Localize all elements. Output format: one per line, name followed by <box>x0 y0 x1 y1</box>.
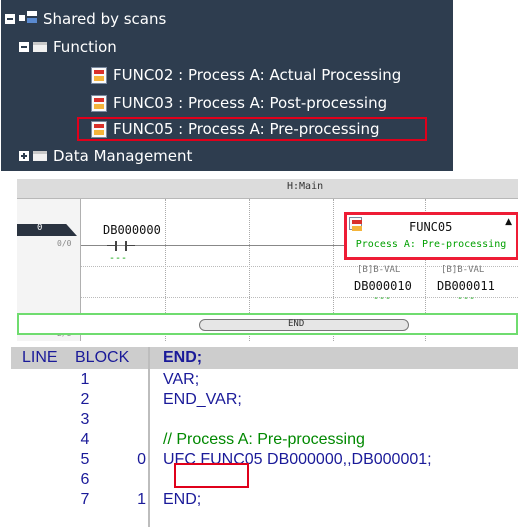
line-number: 6 <box>80 471 90 488</box>
tree-folder-label: Data Management <box>53 147 193 165</box>
code-line[interactable]: END_VAR; <box>163 391 242 409</box>
code-line[interactable]: END; <box>163 491 201 509</box>
project-tree: Shared by scans Function FUNC02 : Proces… <box>1 0 453 171</box>
collapse-icon[interactable] <box>5 14 15 24</box>
collapse-arrow-icon[interactable]: ▲ <box>505 217 512 227</box>
code-line-0[interactable]: END; <box>163 349 202 367</box>
scan-icon <box>19 11 37 27</box>
end-rung[interactable]: END <box>17 313 518 335</box>
tree-item-function[interactable]: Function <box>19 36 117 58</box>
block-number: 0 <box>137 451 146 468</box>
function-icon <box>349 217 362 231</box>
expand-icon[interactable] <box>19 151 29 161</box>
tree-item-label: FUNC02 : Process A: Actual Processing <box>113 66 402 84</box>
block-column-header: BLOCK <box>75 349 130 366</box>
param-comment: --- <box>373 293 392 304</box>
ladder-editor: H:Main 0 0/0 1 2/8 DB000000 --- FUNC05 ▲… <box>17 179 518 341</box>
grid-line <box>81 297 518 298</box>
tree-item-func03[interactable]: FUNC03 : Process A: Post-processing <box>91 92 387 114</box>
contact-comment: --- <box>109 253 128 264</box>
param-comment: --- <box>457 293 476 304</box>
function-icon <box>91 94 107 112</box>
line-column-header: LINE <box>22 349 58 366</box>
collapse-icon[interactable] <box>19 42 29 52</box>
param-device[interactable]: DB000010 <box>354 279 412 293</box>
line-number: 4 <box>80 431 90 448</box>
tree-item-label: FUNC03 : Process A: Post-processing <box>113 94 388 112</box>
code-comment-line[interactable]: // Process A: Pre-processing <box>163 431 365 449</box>
block-number: 1 <box>137 491 146 508</box>
line-number: 2 <box>80 391 90 408</box>
tree-item-data-management[interactable]: Data Management <box>19 145 192 167</box>
line-number: 3 <box>80 411 90 428</box>
end-instruction[interactable]: END <box>199 319 409 331</box>
tree-root-label: Shared by scans <box>43 10 167 28</box>
contact-device[interactable]: DB000000 <box>103 223 161 237</box>
folder-icon <box>33 42 47 52</box>
ladder-header: H:Main <box>17 179 518 199</box>
highlight-box-tree <box>77 117 427 141</box>
tree-item-shared-by-scans[interactable]: Shared by scans <box>5 8 166 30</box>
param-device[interactable]: DB000011 <box>437 279 495 293</box>
function-block-comment: Process A: Pre-processing <box>355 239 507 250</box>
code-line[interactable]: VAR; <box>163 371 199 389</box>
end-label: END <box>288 319 305 329</box>
st-code-editor: LINE BLOCK END; 1 VAR; 2 END_VAR; 3 4 //… <box>11 347 518 527</box>
tree-folder-label: Function <box>53 38 117 56</box>
rung-number-badge[interactable]: 0 <box>17 224 77 236</box>
rung-number: 0 <box>37 223 43 233</box>
function-icon <box>91 66 107 84</box>
contact-symbol[interactable] <box>107 241 135 251</box>
folder-icon <box>33 151 47 161</box>
highlight-box-code <box>174 463 249 488</box>
param-header: [B]B-VAL <box>357 265 401 275</box>
param-header: [B]B-VAL <box>441 265 485 275</box>
line-number: 5 <box>80 451 90 468</box>
function-block-name: FUNC05 <box>409 220 453 234</box>
code-header: LINE BLOCK END; <box>11 347 518 369</box>
line-number: 1 <box>80 371 90 388</box>
tree-item-func02[interactable]: FUNC02 : Process A: Actual Processing <box>91 64 401 86</box>
ladder-title: H:Main <box>287 181 324 192</box>
rung-count: 0/0 <box>57 239 72 248</box>
function-block-func05[interactable]: FUNC05 ▲ Process A: Pre-processing <box>344 212 518 260</box>
line-number: 7 <box>80 491 90 508</box>
gutter-separator <box>148 347 150 527</box>
